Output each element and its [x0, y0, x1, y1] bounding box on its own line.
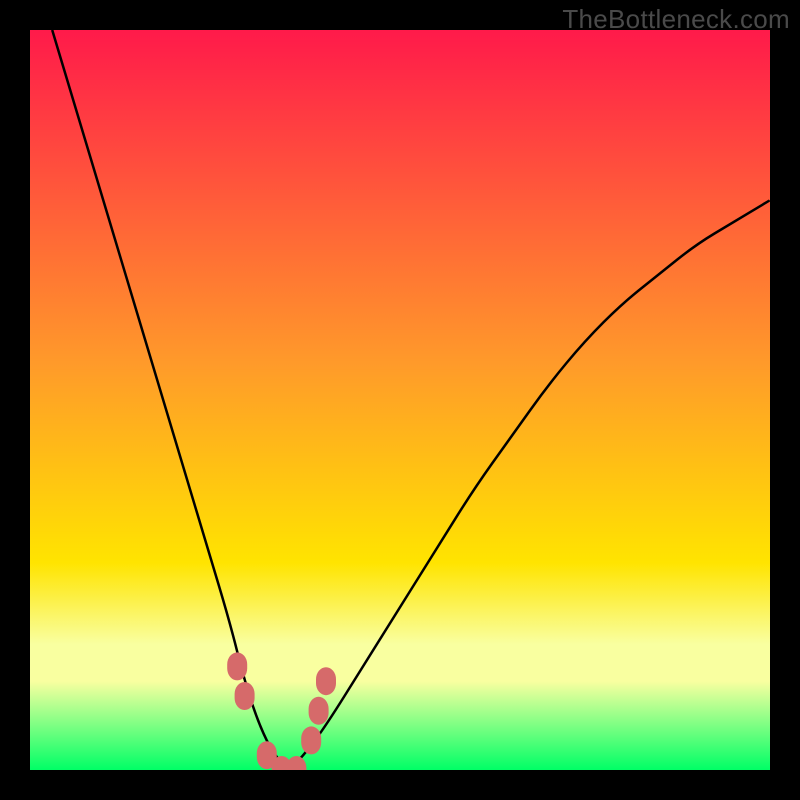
- chart-svg: [30, 30, 770, 770]
- marker-point: [316, 667, 336, 695]
- plot-area: [30, 30, 770, 770]
- marker-point: [301, 726, 321, 754]
- marker-point: [235, 682, 255, 710]
- gradient-background: [30, 30, 770, 770]
- marker-point: [227, 652, 247, 680]
- watermark-text: TheBottleneck.com: [562, 4, 790, 35]
- chart-frame: TheBottleneck.com: [0, 0, 800, 800]
- marker-point: [309, 697, 329, 725]
